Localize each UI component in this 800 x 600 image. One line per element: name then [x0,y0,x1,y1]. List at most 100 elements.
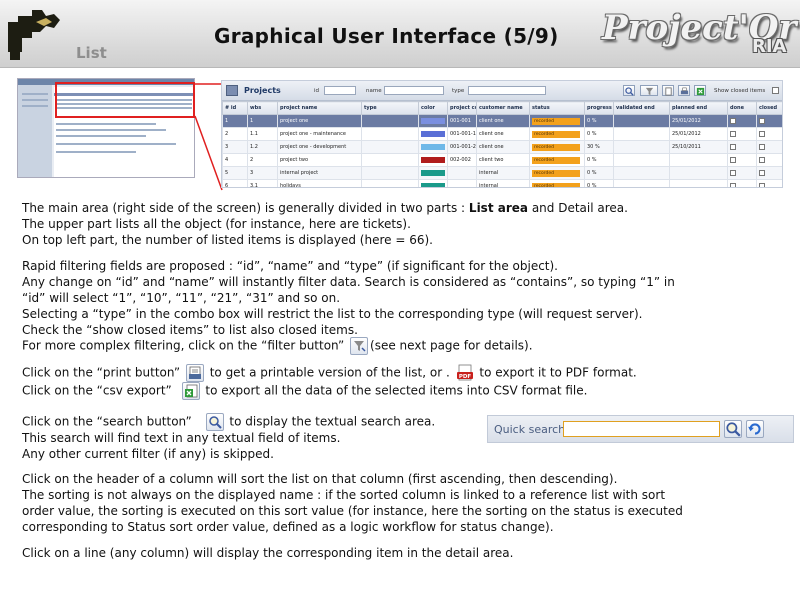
cell-planned-end [669,153,728,167]
color-swatch [421,117,445,124]
quick-search-input[interactable] [563,421,720,437]
filter-type-label: type [452,88,465,94]
cell-id: 1 [222,114,248,128]
pdf-export-button[interactable]: PDF [456,364,474,382]
grid-column-header[interactable]: progress [584,101,614,115]
paragraph-line: Click on the header of a column will sor… [22,472,618,486]
grid-body: 1 1 project one 001-001 client one recorded 0 … [222,114,782,187]
cell-id: 4 [222,153,248,167]
cell-id: 3 [222,140,248,154]
grid-column-header[interactable]: color [418,101,448,115]
grid-column-header[interactable]: validated end [613,101,670,115]
done-checkbox[interactable] [730,130,736,137]
grid-column-header[interactable]: status [529,101,585,115]
text: to export all the data of the selected i… [205,383,588,398]
table-row[interactable]: 4 2 project two 002-002 client two recorded 0 … [222,153,782,167]
closed-checkbox[interactable] [759,130,765,137]
table-row[interactable]: 2 1.1 project one - maintenance 001-001-1 cl… [222,127,782,141]
closed-checkbox[interactable] [759,117,765,124]
grid-column-header[interactable]: project code [447,101,477,115]
new-button-mini[interactable] [662,85,674,96]
closed-checkbox[interactable] [759,143,765,150]
paragraph-line: Click on the “print button” to get a pri… [22,364,637,382]
cell-planned-end [669,166,728,180]
table-row[interactable]: 6 3.1 holidays internal recorded 0 % [222,179,782,187]
cell-done [727,179,757,187]
cell-planned-end: 25/01/2012 [669,114,728,128]
grid-column-header[interactable]: customer name [476,101,530,115]
grid-column-header[interactable]: project name [277,101,362,115]
filter-type-select[interactable] [468,86,546,95]
text: Click on the “csv export” [22,383,172,398]
done-checkbox[interactable] [730,117,736,124]
paragraph-line: This search will find text in any textua… [22,431,341,445]
quick-search-bar: Quick search [487,415,794,443]
csv-button-mini[interactable] [694,85,706,96]
table-row[interactable]: 3 1.2 project one - development 001-001-2 cl… [222,140,782,154]
grid-column-header[interactable]: type [361,101,419,115]
quick-search-button[interactable] [724,420,742,438]
grid-column-header[interactable]: # id [222,101,248,115]
done-checkbox[interactable] [730,169,736,176]
table-row[interactable]: 5 3 internal project internal recorded 0 % [222,166,782,180]
cell-progress: 30 % [584,140,614,154]
grid-column-header[interactable]: closed [756,101,782,115]
closed-checkbox[interactable] [759,182,765,187]
done-checkbox[interactable] [730,182,736,187]
text: Click on the “print button” [22,365,181,380]
paragraph-line: Click on the “search button” to display … [22,413,435,431]
grid-column-header[interactable]: done [727,101,757,115]
csv-export-button[interactable] [181,382,200,400]
search-icon [208,416,222,429]
print-button-mini[interactable] [678,85,690,96]
show-closed-checkbox[interactable] [772,87,779,94]
color-swatch [421,156,445,163]
closed-checkbox[interactable] [759,169,765,176]
text: to export it to PDF format. [479,365,637,380]
quick-search-undo-button[interactable] [746,420,764,438]
cell-wbs: 3 [247,166,278,180]
cell-status: recorded [529,140,585,154]
cell-wbs: 1.1 [247,127,278,141]
filter-button-mini[interactable] [640,85,658,96]
grid-header-row: # idwbsproject nametypecolorproject code… [222,101,782,115]
grid-column-header[interactable]: wbs [247,101,278,115]
done-checkbox[interactable] [730,156,736,163]
paragraph-line: The main area (right side of the screen)… [22,200,628,216]
filter-name-input[interactable] [384,86,444,95]
text: to get a printable version of the list, … [209,365,450,380]
text: The main area (right side of the screen)… [22,201,469,215]
cell-customer-name: internal [476,166,530,180]
print-button[interactable] [185,364,204,382]
table-row[interactable]: 1 1 project one 001-001 client one recorded 0 … [222,114,782,128]
cell-validated-end [613,127,670,141]
cell-customer-name: client one [476,114,530,128]
cell-validated-end [613,179,670,187]
cell-status: recorded [529,166,585,180]
color-swatch [421,143,445,150]
cell-project-name: project one - development [277,140,362,154]
cell-project-name: project one - maintenance [277,127,362,141]
cell-done [727,153,757,167]
search-icon [624,87,634,96]
grid-column-header[interactable]: planned end [669,101,728,115]
cell-customer-name: internal [476,179,530,187]
cell-closed [756,179,782,187]
search-button[interactable] [205,413,224,431]
status-badge: recorded [532,117,580,125]
filter-id-input[interactable] [324,86,356,95]
filter-id-label: id [314,88,320,94]
paragraph-line: Click on the “csv export” to export all … [22,382,587,400]
closed-checkbox[interactable] [759,156,765,163]
text: Click on the “search button” [22,414,192,429]
paragraph-line: Check the “show closed items” to list al… [22,323,358,337]
filter-icon [354,341,366,352]
filter-button[interactable] [350,337,369,355]
header-banner: List Graphical User Interface (5/9) Proj… [0,0,800,68]
cell-project-code: 001-001-1 [447,127,477,141]
logo-icon [8,10,60,60]
done-checkbox[interactable] [730,143,736,150]
search-button-mini[interactable] [623,85,635,96]
slide: List Graphical User Interface (5/9) Proj… [0,0,800,600]
print-icon [188,366,201,379]
